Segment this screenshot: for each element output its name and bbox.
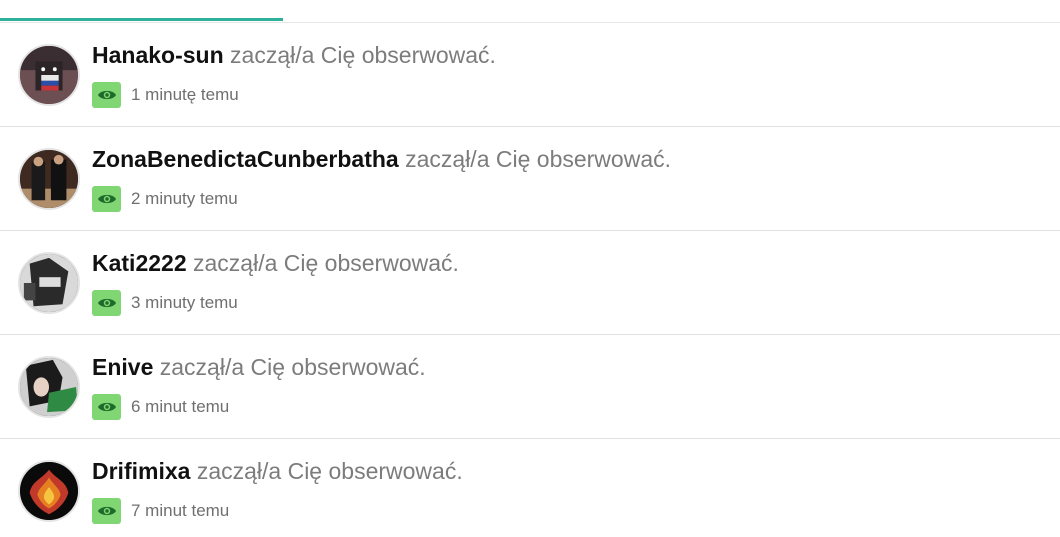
- user-avatar[interactable]: [18, 148, 80, 210]
- username-link[interactable]: Kati2222: [92, 250, 187, 276]
- notification-list: Hanako-sun zaczął/a Cię obserwować. 1 mi…: [0, 23, 1060, 537]
- timestamp: 7 minut temu: [131, 501, 230, 520]
- timestamp: 3 minuty temu: [131, 293, 238, 312]
- username-link[interactable]: ZonaBenedictaCunberbatha: [92, 146, 399, 172]
- username-link[interactable]: Hanako-sun: [92, 42, 224, 68]
- user-avatar[interactable]: [18, 44, 80, 106]
- eye-icon: [92, 186, 121, 212]
- username-link[interactable]: Drifimixa: [92, 458, 190, 484]
- action-text: zaczął/a Cię obserwować.: [223, 42, 496, 68]
- eye-icon: [92, 290, 121, 316]
- notification-item[interactable]: Enive zaczął/a Cię obserwować. 6 minut t…: [0, 335, 1060, 439]
- timestamp: 1 minutę temu: [131, 85, 239, 104]
- user-avatar[interactable]: [18, 460, 80, 522]
- timestamp: 6 minut temu: [131, 397, 230, 416]
- eye-icon: [92, 394, 121, 420]
- notification-item[interactable]: ZonaBenedictaCunberbatha zaczął/a Cię ob…: [0, 127, 1060, 231]
- user-avatar[interactable]: [18, 356, 80, 418]
- eye-icon: [92, 498, 121, 524]
- username-link[interactable]: Enive: [92, 354, 153, 380]
- action-text: zaczął/a Cię obserwować.: [398, 146, 672, 172]
- action-text: zaczął/a Cię obserwować.: [153, 354, 426, 380]
- user-avatar[interactable]: [18, 252, 80, 314]
- eye-icon: [92, 82, 121, 108]
- action-text: zaczął/a Cię obserwować.: [186, 250, 459, 276]
- active-tab-indicator: [0, 18, 283, 21]
- timestamp: 2 minuty temu: [131, 189, 238, 208]
- notification-item[interactable]: Drifimixa zaczął/a Cię obserwować. 7 min…: [0, 439, 1060, 537]
- tab-bar: [0, 0, 1060, 23]
- notification-item[interactable]: Kati2222 zaczął/a Cię obserwować. 3 minu…: [0, 231, 1060, 335]
- action-text: zaczął/a Cię obserwować.: [190, 458, 463, 484]
- notification-item[interactable]: Hanako-sun zaczął/a Cię obserwować. 1 mi…: [0, 23, 1060, 127]
